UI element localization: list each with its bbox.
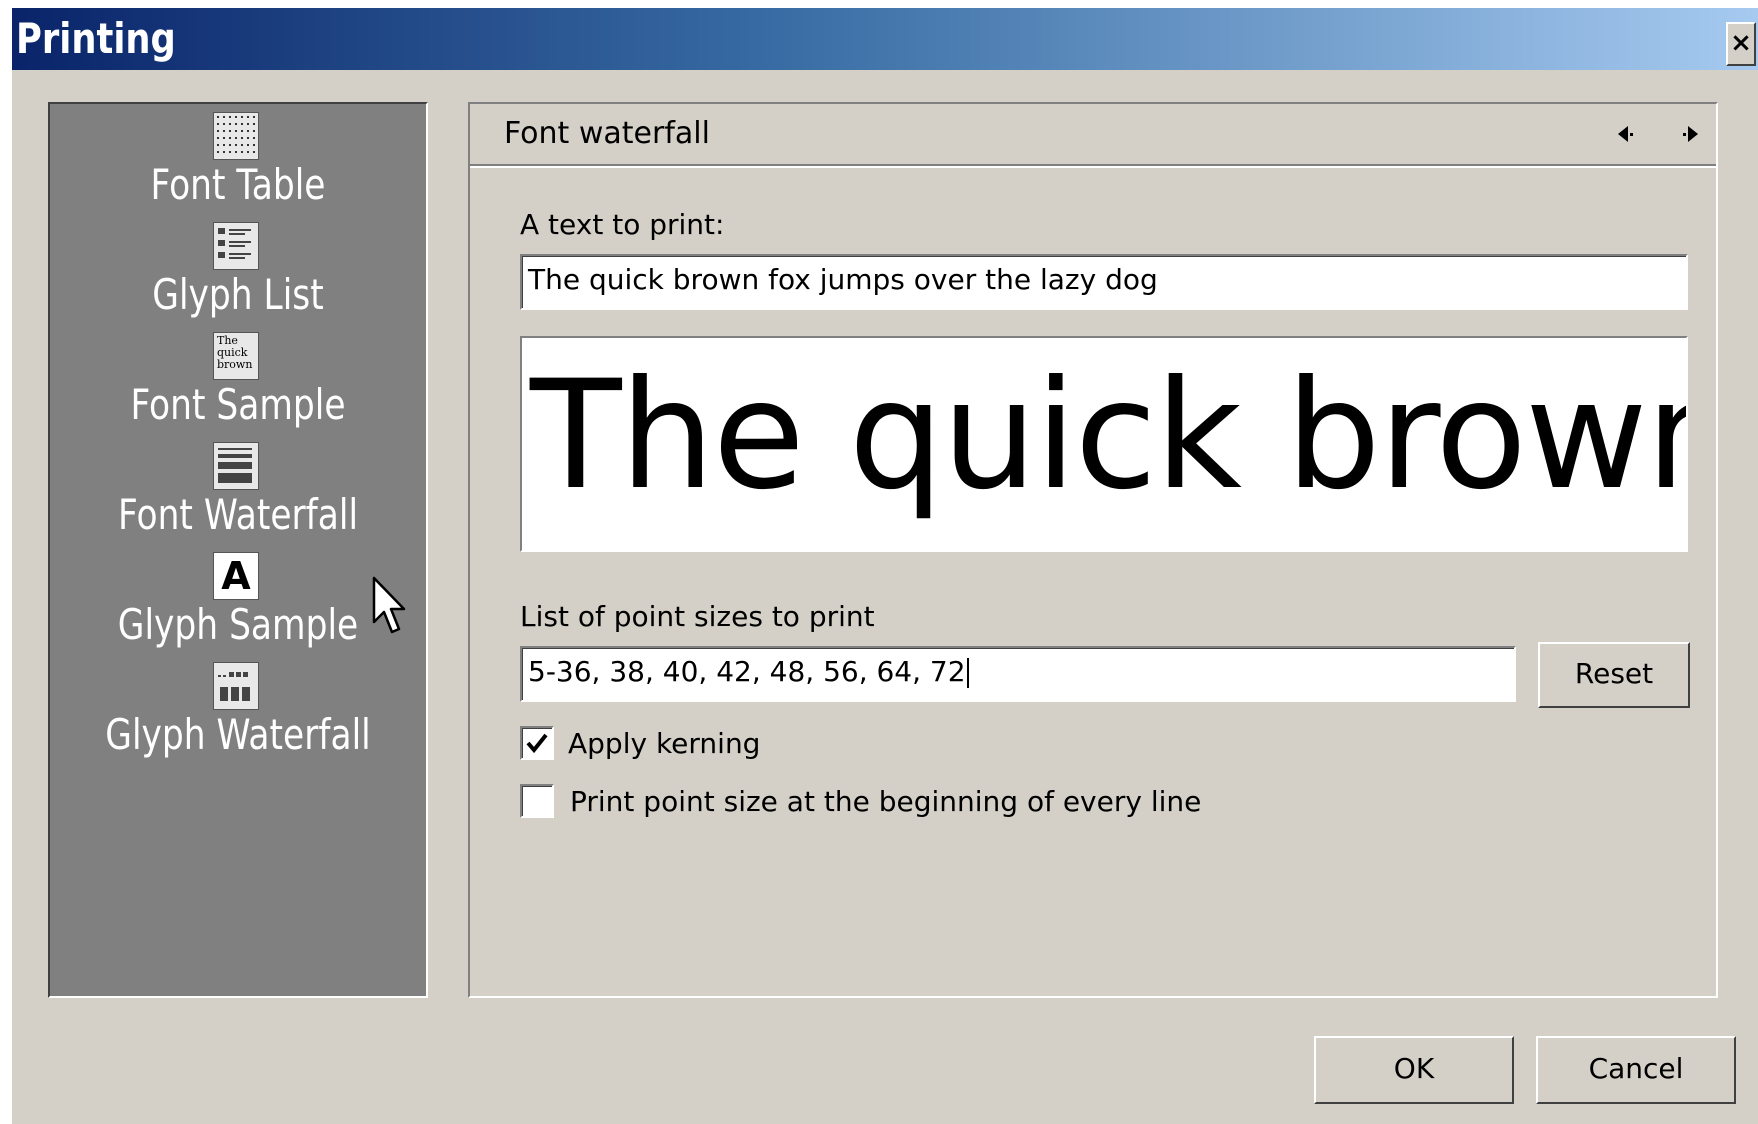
title-bar[interactable]: Printing × [12,8,1758,70]
sidebar-item-label: Font Waterfall [117,490,359,539]
text-to-print-input[interactable]: The quick brown fox jumps over the lazy … [520,254,1688,310]
apply-kerning-label[interactable]: Apply kerning [568,727,760,761]
sidebar-item-label: Glyph Waterfall [105,710,371,759]
sidebar-item-glyph-waterfall[interactable]: Glyph Waterfall [50,654,426,764]
glyph-sample-letter: A [221,554,251,598]
next-page-icon[interactable] [1678,122,1702,146]
font-sample-icon: The quick brown [213,332,259,380]
ok-button[interactable]: OK [1314,1036,1514,1104]
sidebar-item-font-waterfall[interactable]: Font Waterfall [50,434,426,544]
sidebar-item-font-sample[interactable]: The quick brown Font Sample [50,324,426,434]
point-sizes-input[interactable]: 5-36, 38, 40, 42, 48, 56, 64, 72 [520,646,1516,702]
apply-kerning-checkbox[interactable] [520,726,554,760]
point-sizes-label: List of point sizes to print [520,600,875,633]
font-waterfall-icon [213,442,259,490]
sidebar-item-label: Font Sample [130,380,346,429]
glyph-waterfall-icon [213,662,259,710]
text-to-print-label: A text to print: [520,208,725,241]
panel-header: Font waterfall [470,104,1716,166]
print-point-size-label[interactable]: Print point size at the beginning of eve… [570,785,1201,819]
print-point-size-checkbox[interactable] [520,784,554,818]
text-caret [966,658,969,688]
panel-title: Font waterfall [504,116,710,151]
font-table-icon [213,112,259,160]
reset-button[interactable]: Reset [1538,642,1690,708]
sidebar-item-label: Font Table [150,160,326,209]
sidebar-item-label: Glyph List [152,270,324,319]
font-preview: The quick brown fox jumps over the lazy … [520,336,1688,552]
checkmark-icon [526,733,548,754]
glyph-sample-icon: A [213,552,259,600]
previous-page-icon[interactable] [1614,122,1638,146]
preview-text: The quick brown fox jumps over the lazy … [530,349,1686,523]
point-sizes-value: 5-36, 38, 40, 42, 48, 56, 64, 72 [528,655,966,688]
print-mode-list: Font Table Glyph List The quick brown Fo… [48,102,428,998]
sidebar-item-glyph-list[interactable]: Glyph List [50,214,426,324]
glyph-list-icon [213,222,259,270]
cancel-button[interactable]: Cancel [1536,1036,1736,1104]
close-button[interactable]: × [1726,22,1756,66]
sidebar-item-label: Glyph Sample [117,600,359,649]
icon-text-line: brown [217,358,253,371]
sidebar-item-glyph-sample[interactable]: A Glyph Sample [50,544,426,654]
mouse-cursor-icon [372,576,406,638]
window-title: Printing [16,14,176,63]
sidebar-item-font-table[interactable]: Font Table [50,104,426,214]
